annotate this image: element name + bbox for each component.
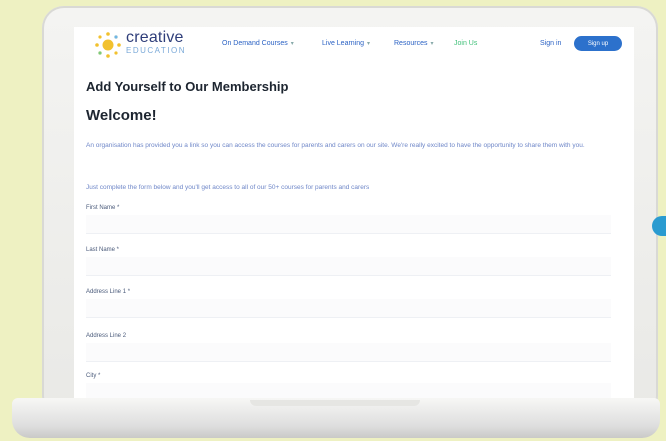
nav-on-demand[interactable]: On Demand Courses ▾ — [222, 40, 294, 47]
instructions-paragraph: Just complete the form below and you'll … — [86, 184, 370, 191]
side-accent — [652, 216, 666, 236]
logo-wordmark[interactable]: creative EDUCATION — [126, 30, 186, 56]
last-name-label: Last Name * — [86, 247, 120, 253]
nav-label: On Demand Courses — [222, 40, 288, 47]
city-label: City * — [86, 373, 101, 379]
sign-in-link[interactable]: Sign in — [540, 40, 561, 47]
laptop-notch — [250, 400, 420, 406]
sign-up-button[interactable]: Sign up — [574, 36, 622, 51]
sun-logo-icon — [95, 32, 121, 58]
site-header: creative EDUCATION On Demand Courses ▾ Li… — [74, 27, 634, 63]
browser-screen: creative EDUCATION On Demand Courses ▾ Li… — [74, 27, 634, 405]
nav-label: Resources — [394, 40, 428, 47]
address-line-1-label: Address Line 1 * — [86, 289, 131, 295]
intro-paragraph: An organisation has provided you a link … — [86, 142, 585, 149]
address-line-2-field[interactable] — [86, 343, 611, 362]
nav-live-learning[interactable]: Live Learning ▾ — [322, 40, 370, 47]
chevron-down-icon: ▾ — [290, 41, 294, 47]
logo-sub-text: EDUCATION — [126, 46, 187, 55]
welcome-heading: Welcome! — [86, 107, 157, 124]
address-line-1-field[interactable] — [86, 299, 611, 318]
page-title: Add Yourself to Our Membership — [86, 79, 289, 94]
logo-main-text: creative — [126, 29, 184, 46]
nav-resources[interactable]: Resources ▾ — [394, 40, 433, 47]
nav-label: Live Learning — [322, 40, 365, 47]
chevron-down-icon: ▾ — [430, 41, 434, 47]
first-name-label: First Name * — [86, 205, 120, 211]
nav-join-us[interactable]: Join Us — [454, 40, 477, 47]
last-name-field[interactable] — [86, 257, 611, 276]
first-name-field[interactable] — [86, 215, 611, 234]
chevron-down-icon: ▾ — [367, 41, 371, 47]
address-line-2-label: Address Line 2 — [86, 333, 127, 339]
